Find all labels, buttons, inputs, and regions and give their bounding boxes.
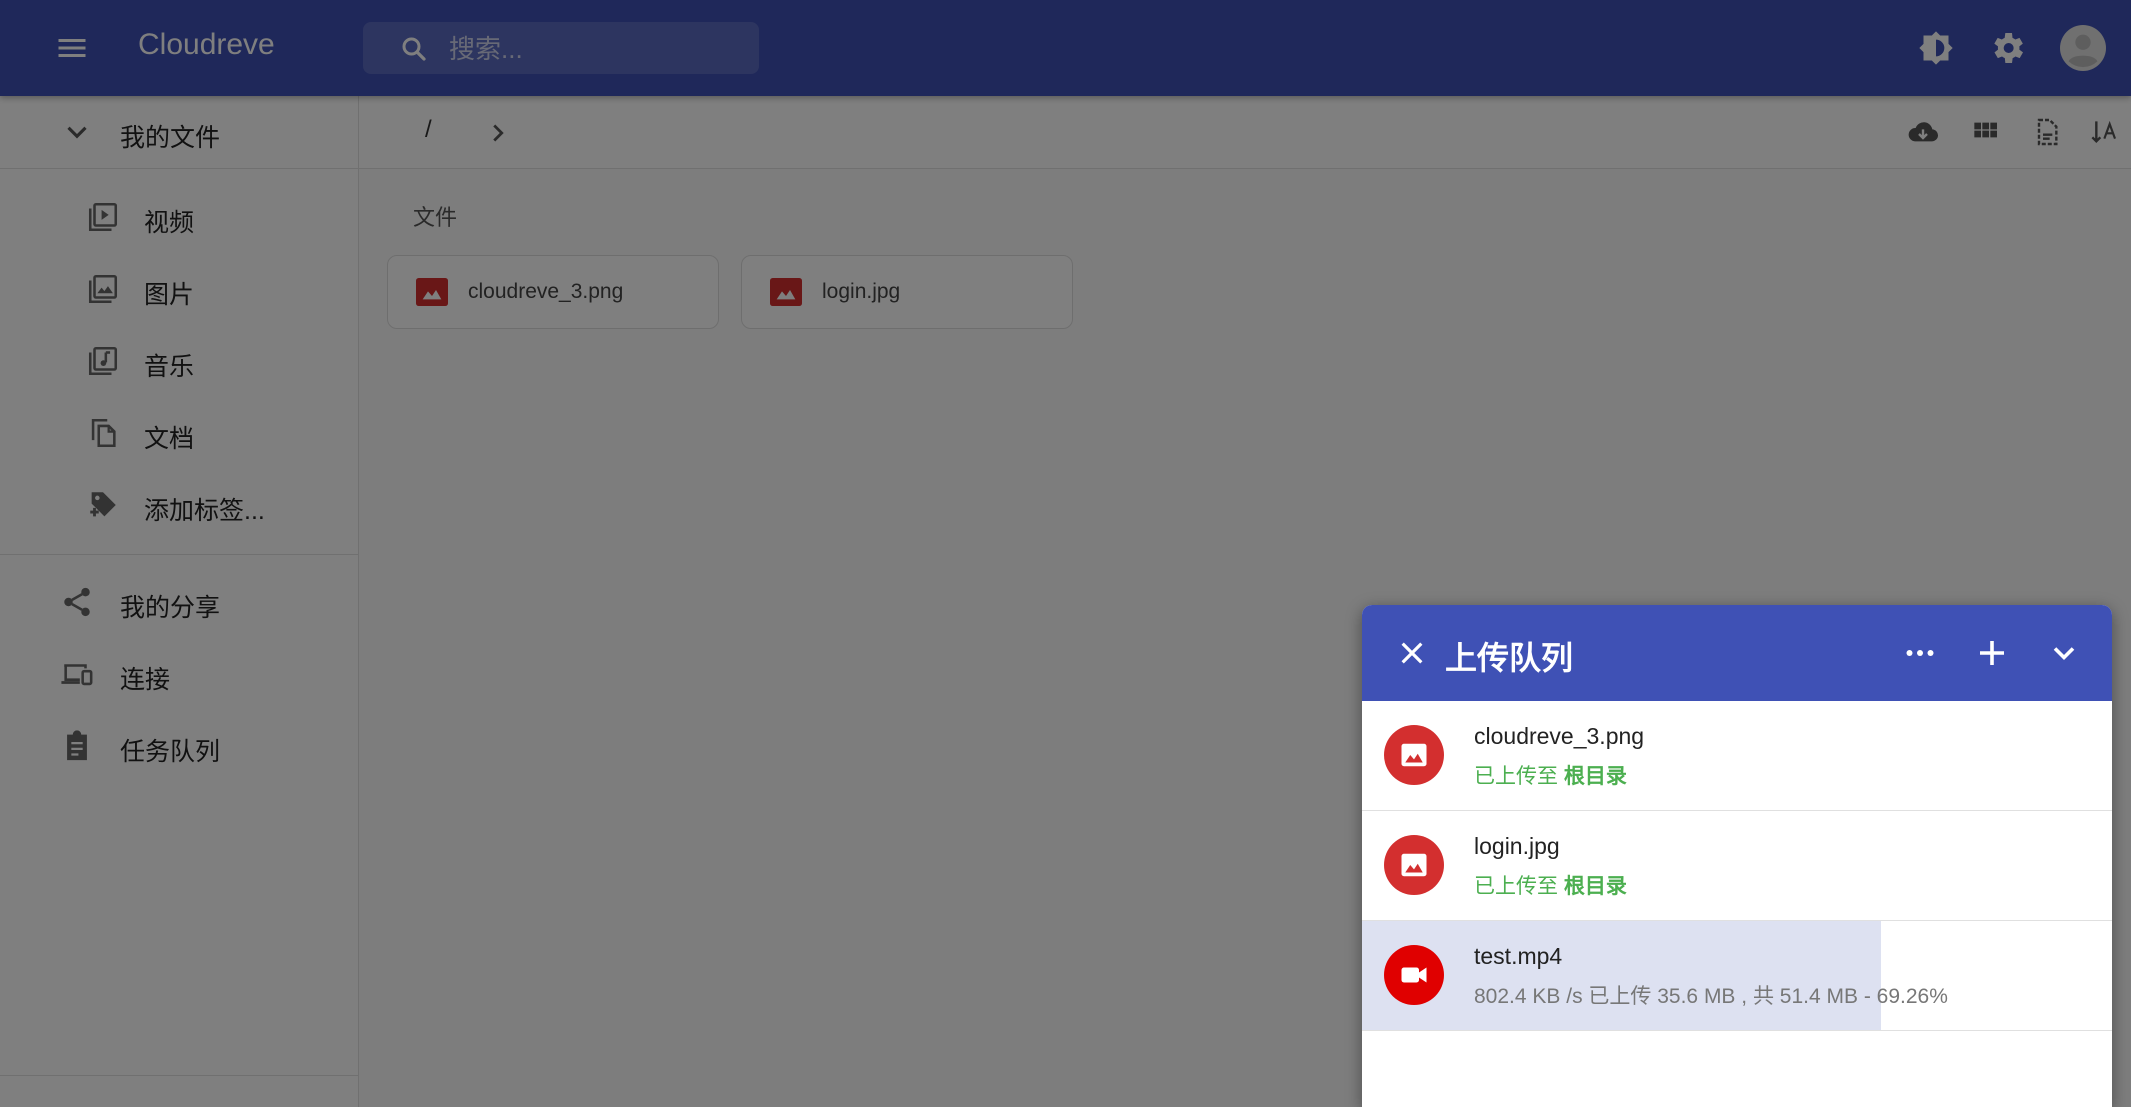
image-icon [1401, 743, 1427, 767]
upload-status-text: 已上传至 [1474, 765, 1564, 788]
upload-queue-item[interactable]: login.jpg 已上传至 根目录 [1362, 811, 2112, 921]
upload-status: 802.4 KB /s 已上传 35.6 MB , 共 51.4 MB - 69… [1474, 985, 1948, 1008]
add-icon[interactable] [1974, 635, 2010, 671]
avatar [1384, 835, 1444, 895]
chevron-down-icon[interactable] [2046, 635, 2082, 671]
avatar [1384, 725, 1444, 785]
upload-status-text: 已上传至 [1474, 875, 1564, 898]
video-camera-icon [1401, 967, 1427, 983]
upload-target-link[interactable]: 根目录 [1564, 875, 1627, 898]
upload-queue-title: 上传队列 [1445, 640, 1574, 676]
image-icon [1401, 853, 1427, 877]
upload-file-name: test.mp4 [1474, 943, 1563, 969]
upload-queue-header: 上传队列 [1362, 605, 2112, 701]
avatar [1384, 945, 1444, 1005]
upload-status: 已上传至 根目录 [1474, 870, 1627, 900]
upload-queue-item[interactable]: cloudreve_3.png 已上传至 根目录 [1362, 701, 2112, 811]
upload-target-link[interactable]: 根目录 [1564, 765, 1627, 788]
upload-queue-panel: 上传队列 cloudreve_3.png 已上传至 根目录 login.jpg [1362, 605, 2112, 1107]
upload-status: 已上传至 根目录 [1474, 760, 1627, 790]
upload-file-name: login.jpg [1474, 833, 1560, 859]
close-icon[interactable] [1396, 637, 1428, 669]
upload-file-name: cloudreve_3.png [1474, 723, 1645, 749]
more-options-icon[interactable] [1902, 635, 1938, 671]
upload-queue-item[interactable]: test.mp4 802.4 KB /s 已上传 35.6 MB , 共 51.… [1362, 921, 2112, 1031]
